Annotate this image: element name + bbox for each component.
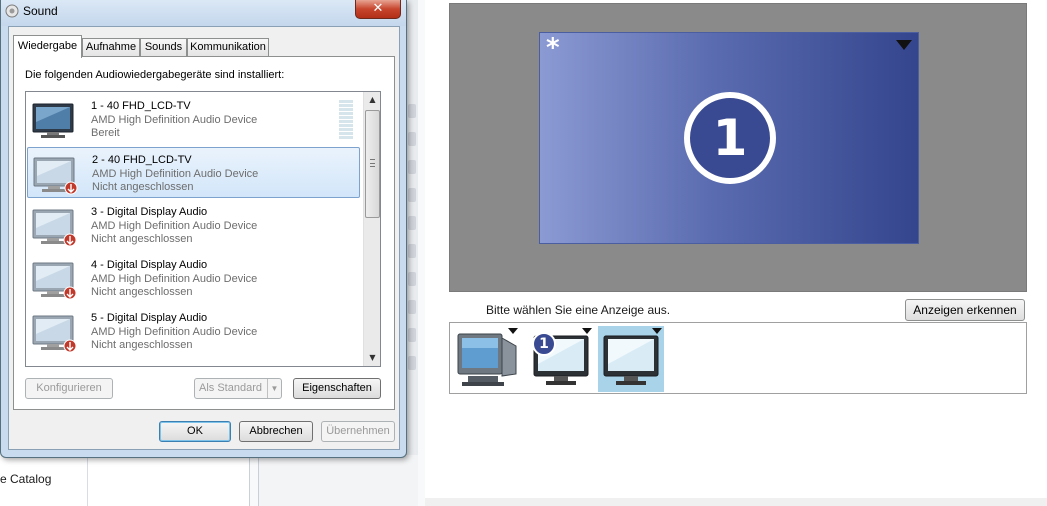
crt-monitor-icon — [457, 333, 517, 386]
device-driver: AMD High Definition Audio Device — [92, 168, 259, 180]
device-status: Nicht angeschlossen — [91, 339, 193, 351]
volume-level-meter — [339, 100, 353, 140]
background-tick — [408, 244, 416, 258]
scroll-up-icon[interactable]: ▲ — [365, 92, 380, 108]
background-tick — [408, 160, 416, 174]
tab-sounds[interactable]: Sounds — [140, 38, 187, 57]
tv-speaker-disconnected-icon — [33, 157, 78, 195]
device-name: 5 - Digital Display Audio — [91, 312, 208, 324]
dropdown-arrow-icon[interactable] — [652, 328, 662, 334]
background-tick — [408, 300, 416, 314]
device-driver: AMD High Definition Audio Device — [91, 273, 258, 285]
display-thumb-lcd-1[interactable]: 1 — [528, 326, 594, 392]
configure-button[interactable]: Konfigurieren — [25, 378, 113, 399]
tv-speaker-icon — [32, 103, 74, 138]
choose-display-label: Bitte wählen Sie eine Anzeige aus. — [486, 303, 671, 317]
speaker-icon — [5, 4, 19, 18]
display-settings-footer — [425, 498, 1047, 506]
primary-star-icon: * — [546, 33, 560, 63]
playback-device-list[interactable]: 1 - 40 FHD_LCD-TV AMD High Definition Au… — [25, 91, 381, 367]
scroll-down-icon[interactable]: ▼ — [365, 350, 380, 366]
display-thumb-lcd-2[interactable] — [598, 326, 664, 392]
device-row-4[interactable]: 4 - Digital Display Audio AMD High Defin… — [27, 253, 360, 304]
background-catalog-label[interactable]: e Catalog — [0, 472, 51, 486]
monitor-preview-1[interactable]: * 1 — [539, 32, 919, 244]
device-name: 4 - Digital Display Audio — [91, 259, 208, 271]
background-panel — [258, 455, 418, 506]
device-row-3[interactable]: 3 - Digital Display Audio AMD High Defin… — [27, 200, 360, 251]
device-name: 2 - 40 FHD_LCD-TV — [92, 154, 192, 166]
chevron-down-icon[interactable]: ▼ — [267, 379, 281, 398]
properties-button[interactable]: Eigenschaften — [293, 378, 381, 399]
devices-description: Die folgenden Audiowiedergabegeräte sind… — [25, 69, 285, 81]
device-driver: AMD High Definition Audio Device — [91, 220, 258, 232]
background-column — [88, 455, 250, 506]
dialog-title: Sound — [23, 4, 58, 18]
device-driver: AMD High Definition Audio Device — [91, 114, 258, 126]
dialog-titlebar[interactable]: Sound ✕ — [1, 0, 406, 26]
device-name: 3 - Digital Display Audio — [91, 206, 208, 218]
tab-kommunikation[interactable]: Kommunikation — [187, 38, 269, 57]
background-tick — [408, 104, 416, 118]
cancel-button[interactable]: Abbrechen — [239, 421, 313, 442]
tv-speaker-disconnected-icon — [32, 262, 77, 300]
device-status: Nicht angeschlossen — [91, 286, 193, 298]
dropdown-arrow-icon[interactable] — [582, 328, 592, 334]
ok-button[interactable]: OK — [159, 421, 231, 442]
set-default-label: Als Standard — [199, 382, 262, 394]
tab-wiedergabe[interactable]: Wiedergabe — [13, 35, 82, 58]
tv-speaker-disconnected-icon — [32, 315, 77, 353]
device-row-1[interactable]: 1 - 40 FHD_LCD-TV AMD High Definition Au… — [27, 94, 360, 145]
dropdown-arrow-icon[interactable] — [896, 40, 912, 50]
apply-button[interactable]: Übernehmen — [321, 421, 395, 442]
device-row-2[interactable]: 2 - 40 FHD_LCD-TV AMD High Definition Au… — [27, 147, 360, 198]
dropdown-arrow-icon[interactable] — [508, 328, 518, 334]
lcd-monitor-icon — [603, 335, 659, 385]
monitor-number-badge: 1 — [684, 92, 776, 184]
display-thumb-crt[interactable] — [454, 326, 520, 392]
background-tick — [408, 132, 416, 146]
device-status: Nicht angeschlossen — [91, 233, 193, 245]
device-list-scrollbar[interactable]: ▲ ▼ — [363, 92, 380, 366]
background-tick — [408, 328, 416, 342]
dialog-client-area: Wiedergabe Aufnahme Sounds Kommunikation… — [8, 26, 400, 450]
background-tick — [408, 188, 416, 202]
device-row-5[interactable]: 5 - Digital Display Audio AMD High Defin… — [27, 306, 360, 357]
device-driver: AMD High Definition Audio Device — [91, 326, 258, 338]
device-status: Bereit — [91, 127, 120, 139]
display-number-badge: 1 — [532, 332, 556, 356]
display-thumbnail-strip: 1 — [449, 322, 1027, 394]
playback-tab-page: Die folgenden Audiowiedergabegeräte sind… — [13, 56, 395, 410]
background-tick — [408, 272, 416, 286]
tab-aufnahme[interactable]: Aufnahme — [82, 38, 140, 57]
scroll-thumb[interactable] — [365, 110, 380, 218]
set-default-button[interactable]: Als Standard ▼ — [194, 378, 282, 399]
tv-speaker-disconnected-icon — [32, 209, 77, 247]
background-tick — [408, 216, 416, 230]
device-name: 1 - 40 FHD_LCD-TV — [91, 100, 191, 112]
background-tick — [408, 356, 416, 370]
detect-displays-button[interactable]: Anzeigen erkennen — [905, 299, 1025, 321]
sound-dialog: Sound ✕ Wiedergabe Aufnahme Sounds Kommu… — [0, 0, 407, 458]
device-status: Nicht angeschlossen — [92, 181, 194, 193]
close-button[interactable]: ✕ — [355, 0, 401, 19]
